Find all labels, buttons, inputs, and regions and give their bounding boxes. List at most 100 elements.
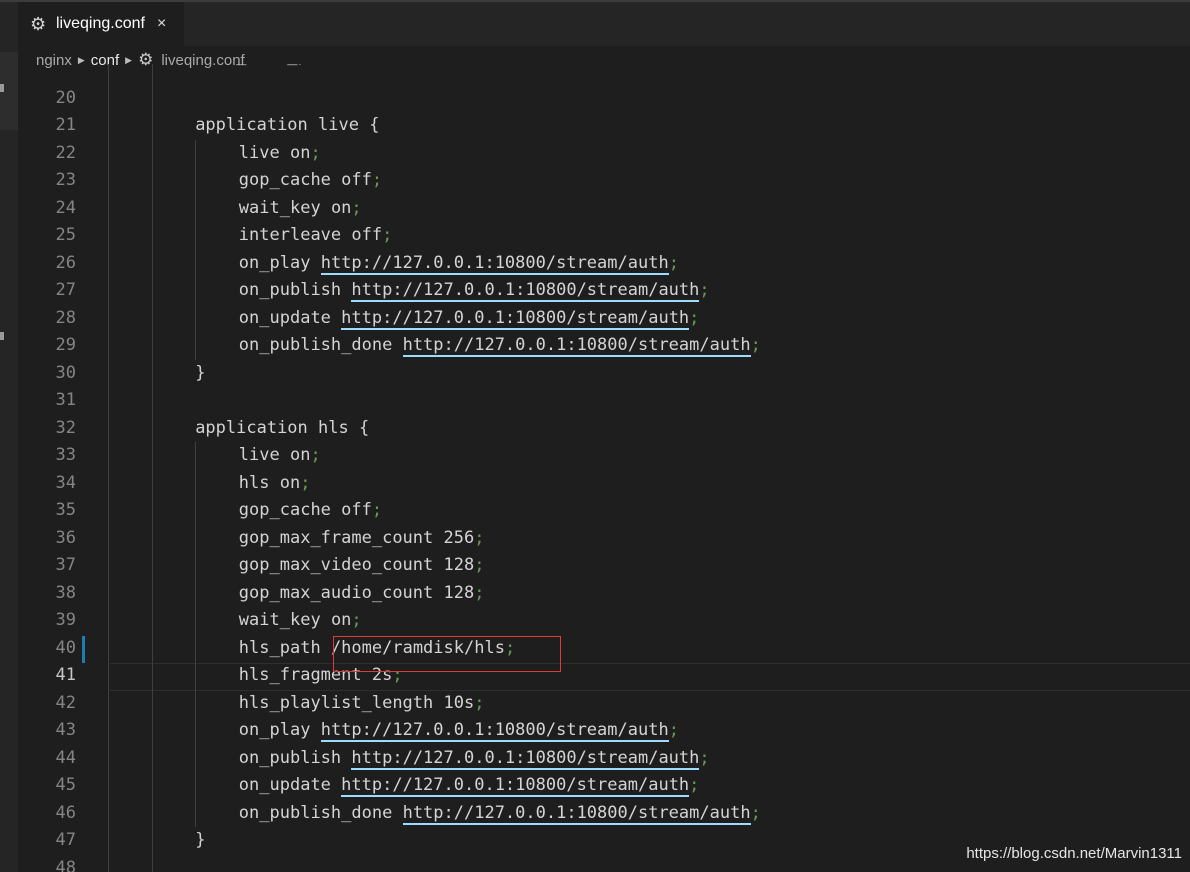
semicolon: ; bbox=[351, 610, 362, 630]
tab-bar: ⚙ liveqing.conf × bbox=[18, 2, 1190, 46]
code-editor[interactable]: 19 20 21 22 23 24 25 26 27 28 29 30 31 32 33 34 35 36 37 38… bbox=[18, 64, 1190, 872]
code-line: gop_max_video_count 128; bbox=[238, 555, 485, 575]
code-area[interactable]: drop_idle_publisher 90s; application live… bbox=[108, 64, 1190, 872]
line-number: 41 bbox=[55, 665, 76, 685]
line-number: 45 bbox=[55, 775, 76, 795]
semicolon: ; bbox=[310, 142, 321, 163]
line-number: 28 bbox=[55, 307, 76, 328]
line-number: 38 bbox=[55, 582, 76, 603]
code-line: gop_cache off; bbox=[238, 500, 383, 520]
line-number: 25 bbox=[55, 225, 76, 245]
semicolon: ; bbox=[351, 197, 362, 218]
line-number: 27 bbox=[55, 280, 76, 300]
url-link[interactable]: http://127.0.0.1:10800/stream/auth bbox=[402, 802, 751, 825]
line-number: 34 bbox=[55, 472, 76, 493]
line-number: 20 bbox=[55, 87, 76, 108]
close-icon[interactable]: × bbox=[157, 15, 166, 33]
line-number: 21 bbox=[55, 115, 76, 135]
tab-liveqing-conf[interactable]: ⚙ liveqing.conf × bbox=[18, 2, 184, 46]
semicolon: ; bbox=[668, 720, 679, 740]
url-link[interactable]: http://127.0.0.1:10800/stream/auth bbox=[320, 720, 669, 742]
code-line: live on; bbox=[238, 445, 321, 465]
line-number: 31 bbox=[55, 390, 76, 410]
code-line: gop_cache off; bbox=[238, 170, 383, 190]
semicolon: ; bbox=[750, 802, 761, 823]
code-line: wait_key on; bbox=[238, 197, 362, 218]
semicolon: ; bbox=[310, 445, 321, 465]
semicolon: ; bbox=[382, 225, 393, 245]
semicolon: ; bbox=[699, 280, 710, 300]
line-number: 36 bbox=[55, 527, 76, 548]
semicolon: ; bbox=[474, 582, 485, 603]
code-line: } bbox=[195, 362, 206, 383]
semicolon: ; bbox=[371, 500, 383, 520]
url-link[interactable]: http://127.0.0.1:10800/stream/auth bbox=[402, 335, 751, 357]
code-line: gop_max_frame_count 256; bbox=[238, 527, 485, 548]
indent-guide bbox=[151, 64, 153, 872]
line-number: 23 bbox=[55, 170, 76, 190]
code-line: hls_playlist_length 10s; bbox=[238, 692, 485, 713]
line-number: 40 bbox=[55, 637, 76, 658]
code-line: on_play http://127.0.0.1:10800/stream/au… bbox=[238, 252, 679, 275]
semicolon: ; bbox=[668, 252, 679, 273]
code-line: interleave off; bbox=[238, 225, 393, 245]
code-line: application live { bbox=[195, 115, 380, 135]
line-number: 24 bbox=[55, 197, 76, 218]
line-number: 47 bbox=[55, 830, 76, 850]
code-line: on_update http://127.0.0.1:10800/stream/… bbox=[238, 775, 700, 797]
line-number: 26 bbox=[55, 252, 76, 273]
semicolon: ; bbox=[300, 472, 311, 493]
url-link[interactable]: http://127.0.0.1:10800/stream/auth bbox=[341, 307, 690, 330]
semicolon: ; bbox=[699, 747, 710, 768]
url-link[interactable]: http://127.0.0.1:10800/stream/auth bbox=[341, 775, 690, 797]
url-link[interactable]: http://127.0.0.1:10800/stream/auth bbox=[351, 280, 700, 302]
code-line: on_publish http://127.0.0.1:10800/stream… bbox=[238, 280, 710, 302]
line-number-gutter: 19 20 21 22 23 24 25 26 27 28 29 30 31 32 33 34 35 36 37 38… bbox=[18, 64, 98, 872]
code-line: on_publish_done http://127.0.0.1:10800/s… bbox=[238, 802, 761, 825]
line-number: 32 bbox=[55, 417, 76, 438]
code-line: on_publish_done http://127.0.0.1:10800/s… bbox=[238, 335, 761, 357]
code-line: on_play http://127.0.0.1:10800/stream/au… bbox=[238, 720, 679, 742]
semicolon: ; bbox=[689, 307, 700, 328]
tab-label: liveqing.conf bbox=[56, 15, 145, 32]
url-link[interactable]: http://127.0.0.1:10800/stream/auth bbox=[320, 252, 669, 275]
line-number: 43 bbox=[55, 720, 76, 740]
line-number: 29 bbox=[55, 335, 76, 355]
line-number: 37 bbox=[55, 555, 76, 575]
line-number: 48 bbox=[55, 857, 76, 872]
semicolon: ; bbox=[750, 335, 761, 355]
semicolon: ; bbox=[431, 64, 441, 66]
code-line: live on; bbox=[238, 142, 321, 163]
indent-guide bbox=[195, 139, 197, 360]
annotation-box bbox=[333, 636, 561, 672]
activity-bar bbox=[0, 2, 18, 872]
activity-bar-indicator bbox=[0, 332, 4, 340]
semicolon: ; bbox=[474, 555, 485, 575]
code-line: on_publish http://127.0.0.1:10800/stream… bbox=[238, 747, 710, 770]
semicolon: ; bbox=[474, 527, 485, 548]
indent-guide bbox=[195, 442, 197, 827]
line-number: 46 bbox=[55, 802, 76, 823]
line-number: 19 bbox=[18, 64, 76, 71]
code-line: drop_idle_publisher 90s; bbox=[195, 64, 441, 71]
code-line: gop_max_audio_count 128; bbox=[238, 582, 485, 603]
code-line: } bbox=[195, 830, 206, 850]
code-line: wait_key on; bbox=[238, 610, 362, 630]
line-number: 35 bbox=[55, 500, 76, 520]
code-line: application hls { bbox=[195, 417, 370, 438]
url-link[interactable]: http://127.0.0.1:10800/stream/auth bbox=[351, 747, 700, 770]
line-number: 39 bbox=[55, 610, 76, 630]
gear-icon: ⚙ bbox=[30, 13, 47, 34]
watermark: https://blog.csdn.net/Marvin1311 bbox=[966, 845, 1182, 862]
line-number: 42 bbox=[55, 692, 76, 713]
semicolon: ; bbox=[474, 692, 485, 713]
line-number: 33 bbox=[55, 445, 76, 465]
semicolon: ; bbox=[371, 170, 383, 190]
line-number: 30 bbox=[55, 362, 76, 383]
line-number: 44 bbox=[55, 747, 76, 768]
modified-line-marker bbox=[82, 636, 85, 663]
code-line: hls on; bbox=[238, 472, 311, 493]
activity-bar-indicator bbox=[0, 84, 4, 92]
semicolon: ; bbox=[689, 775, 700, 795]
line-number: 22 bbox=[55, 142, 76, 163]
